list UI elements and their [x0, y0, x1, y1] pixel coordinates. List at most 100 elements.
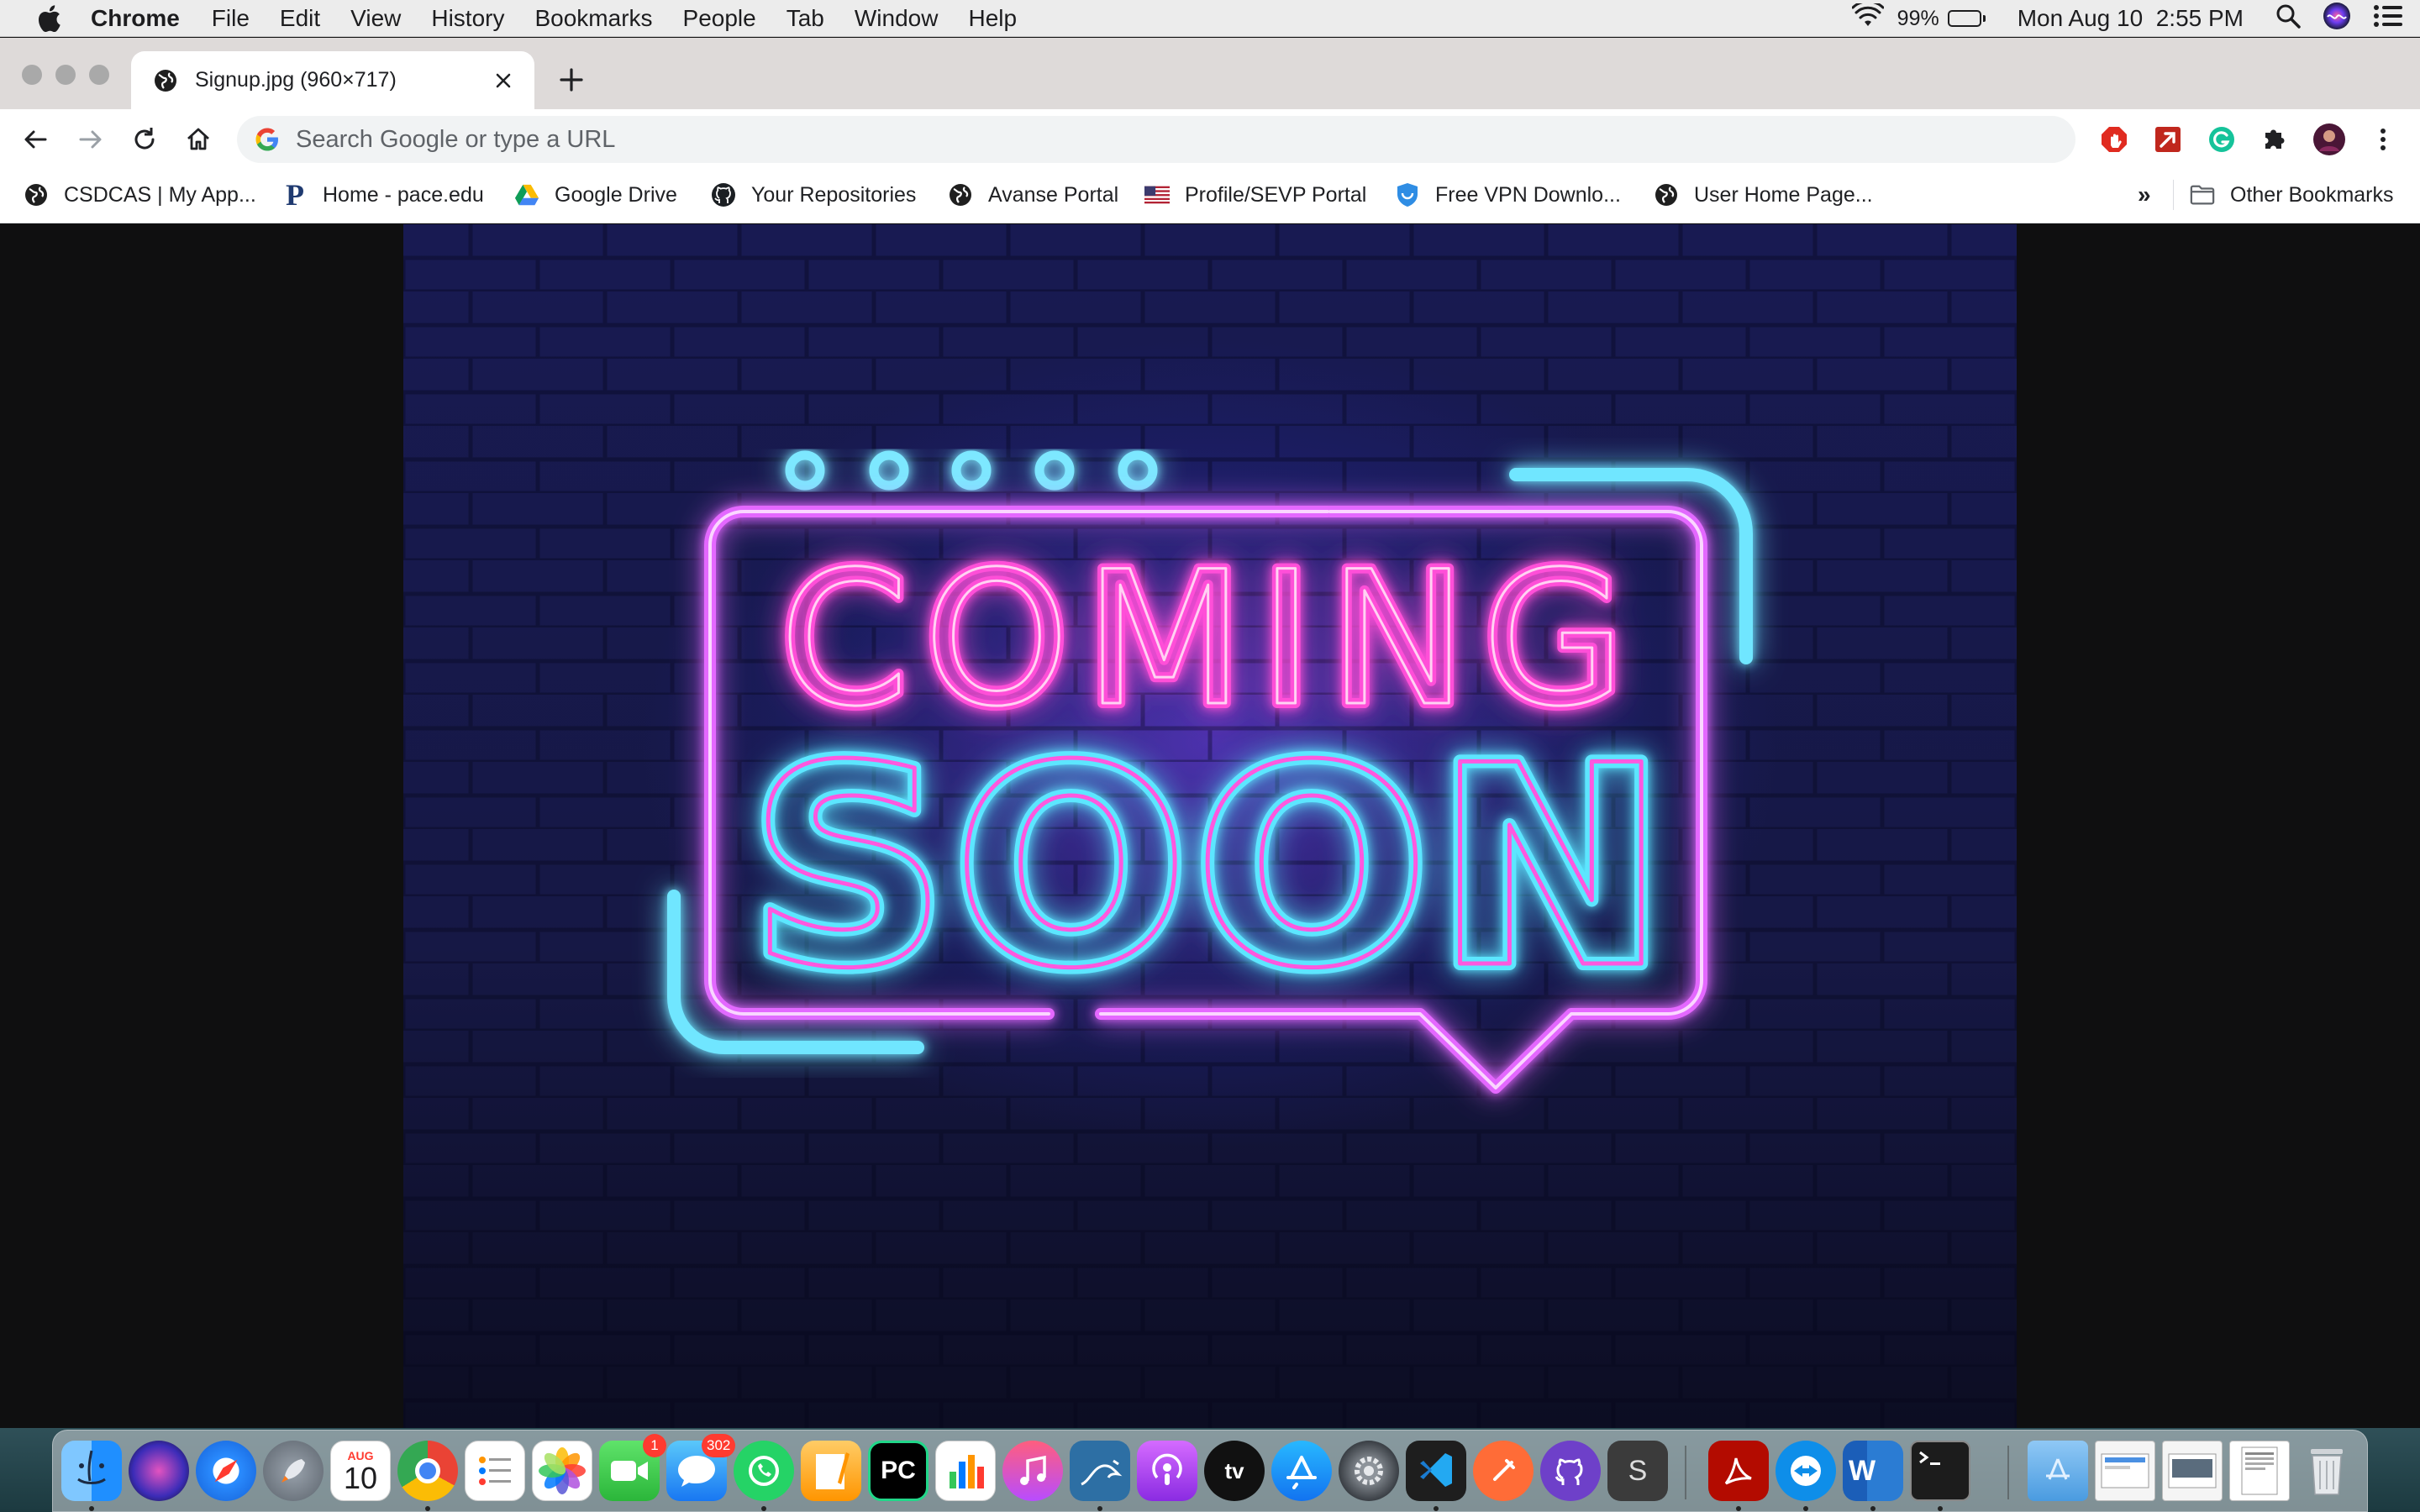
spotlight-search-icon[interactable]	[2275, 3, 2301, 34]
chrome-icon[interactable]	[397, 1441, 458, 1501]
podcasts-icon[interactable]	[1137, 1441, 1197, 1501]
music-icon[interactable]	[1002, 1441, 1063, 1501]
teamviewer-icon[interactable]	[1776, 1441, 1836, 1501]
chrome-menu-kebab-icon[interactable]	[2366, 123, 2400, 156]
applications-folder-icon[interactable]	[2028, 1441, 2088, 1501]
tab-strip: Signup.jpg (960×717)	[0, 38, 2420, 109]
reload-icon[interactable]	[128, 123, 161, 156]
bookmark-free-vpn[interactable]: Free VPN Downlo...	[1395, 178, 1621, 212]
bookmark-csdcas[interactable]: CSDCAS | My App...	[24, 178, 256, 212]
downloads-stack-icon[interactable]	[2095, 1441, 2155, 1501]
apple-tv-icon[interactable]: tv	[1204, 1441, 1265, 1501]
bookmark-pace[interactable]: P Home - pace.edu	[282, 178, 484, 212]
tab-active[interactable]: Signup.jpg (960×717)	[131, 51, 534, 109]
menu-bookmarks[interactable]: Bookmarks	[534, 5, 652, 32]
bookmark-your-repositories[interactable]: Your Repositories	[711, 178, 916, 212]
launchpad-rocket-icon[interactable]	[263, 1441, 324, 1501]
bookmark-user-home[interactable]: User Home Page...	[1654, 178, 1873, 212]
finder-icon[interactable]	[61, 1441, 122, 1501]
google-g-icon	[254, 126, 281, 153]
pycharm-icon[interactable]: PC	[868, 1441, 929, 1501]
vscode-icon[interactable]	[1406, 1441, 1466, 1501]
profile-avatar-icon[interactable]	[2312, 123, 2346, 156]
home-icon[interactable]	[182, 123, 215, 156]
acrobat-reader-icon[interactable]	[1708, 1441, 1769, 1501]
pages-icon[interactable]	[801, 1441, 861, 1501]
messages-badge: 302	[702, 1434, 736, 1457]
dock: AUG 10 1 302 PC tv S W	[52, 1430, 2368, 1512]
document-stack-icon[interactable]	[2229, 1441, 2290, 1501]
omnibox[interactable]	[237, 116, 2075, 163]
extensions-puzzle-icon[interactable]	[2257, 123, 2291, 156]
app-store-icon[interactable]	[1271, 1441, 1332, 1501]
screenshot-thumbnail-icon[interactable]	[2162, 1441, 2223, 1501]
siri-icon[interactable]	[2323, 2, 2351, 36]
menu-help[interactable]: Help	[968, 5, 1017, 32]
sublime-label: S	[1628, 1454, 1648, 1487]
grammarly-extension-icon[interactable]	[2205, 123, 2238, 156]
window-controls	[22, 65, 123, 85]
close-tab-icon[interactable]	[491, 68, 516, 93]
wifi-icon[interactable]	[1851, 0, 1885, 34]
menu-file[interactable]: File	[212, 5, 250, 32]
photos-icon[interactable]	[532, 1441, 592, 1501]
bookmark-label: User Home Page...	[1694, 182, 1873, 207]
whatsapp-icon[interactable]	[734, 1441, 794, 1501]
apple-tv-label: tv	[1224, 1457, 1244, 1483]
terminal-icon[interactable]	[1910, 1441, 1970, 1501]
notification-center-icon[interactable]	[2373, 3, 2403, 34]
battery-icon[interactable]	[1947, 10, 1986, 27]
github-icon	[711, 182, 736, 207]
shield-icon	[1395, 182, 1420, 207]
word-label: W	[1848, 1454, 1876, 1487]
calendar-day: 10	[343, 1461, 378, 1495]
menu-edit[interactable]: Edit	[280, 5, 320, 32]
bookmark-sevp-portal[interactable]: Profile/SEVP Portal	[1144, 178, 1366, 212]
bookmark-google-drive[interactable]: Google Drive	[514, 178, 677, 212]
menu-people[interactable]: People	[683, 5, 756, 32]
forward-arrow-icon[interactable]	[74, 123, 108, 156]
bookmark-label: Avanse Portal	[988, 182, 1119, 207]
globe-icon	[948, 182, 973, 207]
menu-history[interactable]: History	[431, 5, 504, 32]
safari-icon[interactable]	[196, 1441, 256, 1501]
bookmark-label: CSDCAS | My App...	[64, 182, 256, 207]
dock-divider	[1685, 1446, 1686, 1499]
pdf-arrow-extension-icon[interactable]	[2151, 123, 2185, 156]
trash-icon[interactable]	[2296, 1441, 2357, 1501]
adblock-extension-icon[interactable]	[2097, 123, 2131, 156]
word-icon[interactable]: W	[1843, 1441, 1903, 1501]
bookmark-avanse[interactable]: Avanse Portal	[948, 178, 1118, 212]
menu-view[interactable]: View	[350, 5, 401, 32]
close-window-button[interactable]	[22, 65, 42, 85]
system-preferences-gear-icon[interactable]	[1339, 1441, 1399, 1501]
sublime-s-icon[interactable]: S	[1607, 1441, 1668, 1501]
address-input[interactable]	[296, 125, 1808, 154]
bookmark-other-bookmarks[interactable]: Other Bookmarks	[2190, 178, 2394, 212]
dock-divider	[2007, 1446, 2009, 1499]
apple-menu-icon[interactable]	[30, 0, 67, 37]
numbers-icon[interactable]	[935, 1441, 996, 1501]
menu-tab[interactable]: Tab	[786, 5, 824, 32]
siri-dock-icon[interactable]	[129, 1441, 189, 1501]
zoom-window-button[interactable]	[89, 65, 109, 85]
bookmark-label: Free VPN Downlo...	[1435, 182, 1621, 207]
globe-icon	[153, 68, 178, 93]
bookmarks-overflow-chevron-icon[interactable]: »	[2138, 178, 2151, 212]
mysql-workbench-icon[interactable]	[1070, 1441, 1130, 1501]
back-arrow-icon[interactable]	[18, 123, 52, 156]
battery-percent[interactable]: 99%	[1897, 7, 1939, 31]
reminders-icon[interactable]	[465, 1441, 525, 1501]
calendar-icon[interactable]: AUG 10	[330, 1441, 391, 1501]
menu-clock[interactable]: Mon Aug 10 2:55 PM	[2018, 5, 2244, 32]
google-drive-icon	[514, 182, 539, 207]
bookmark-label: Other Bookmarks	[2230, 182, 2394, 207]
postman-icon[interactable]	[1473, 1441, 1534, 1501]
tab-title: Signup.jpg (960×717)	[195, 68, 397, 92]
minimize-window-button[interactable]	[55, 65, 76, 85]
menu-app-name[interactable]: Chrome	[91, 5, 180, 32]
folder-icon	[2190, 182, 2215, 207]
menu-window[interactable]: Window	[855, 5, 939, 32]
github-desktop-icon[interactable]	[1540, 1441, 1601, 1501]
new-tab-icon[interactable]	[555, 63, 588, 97]
